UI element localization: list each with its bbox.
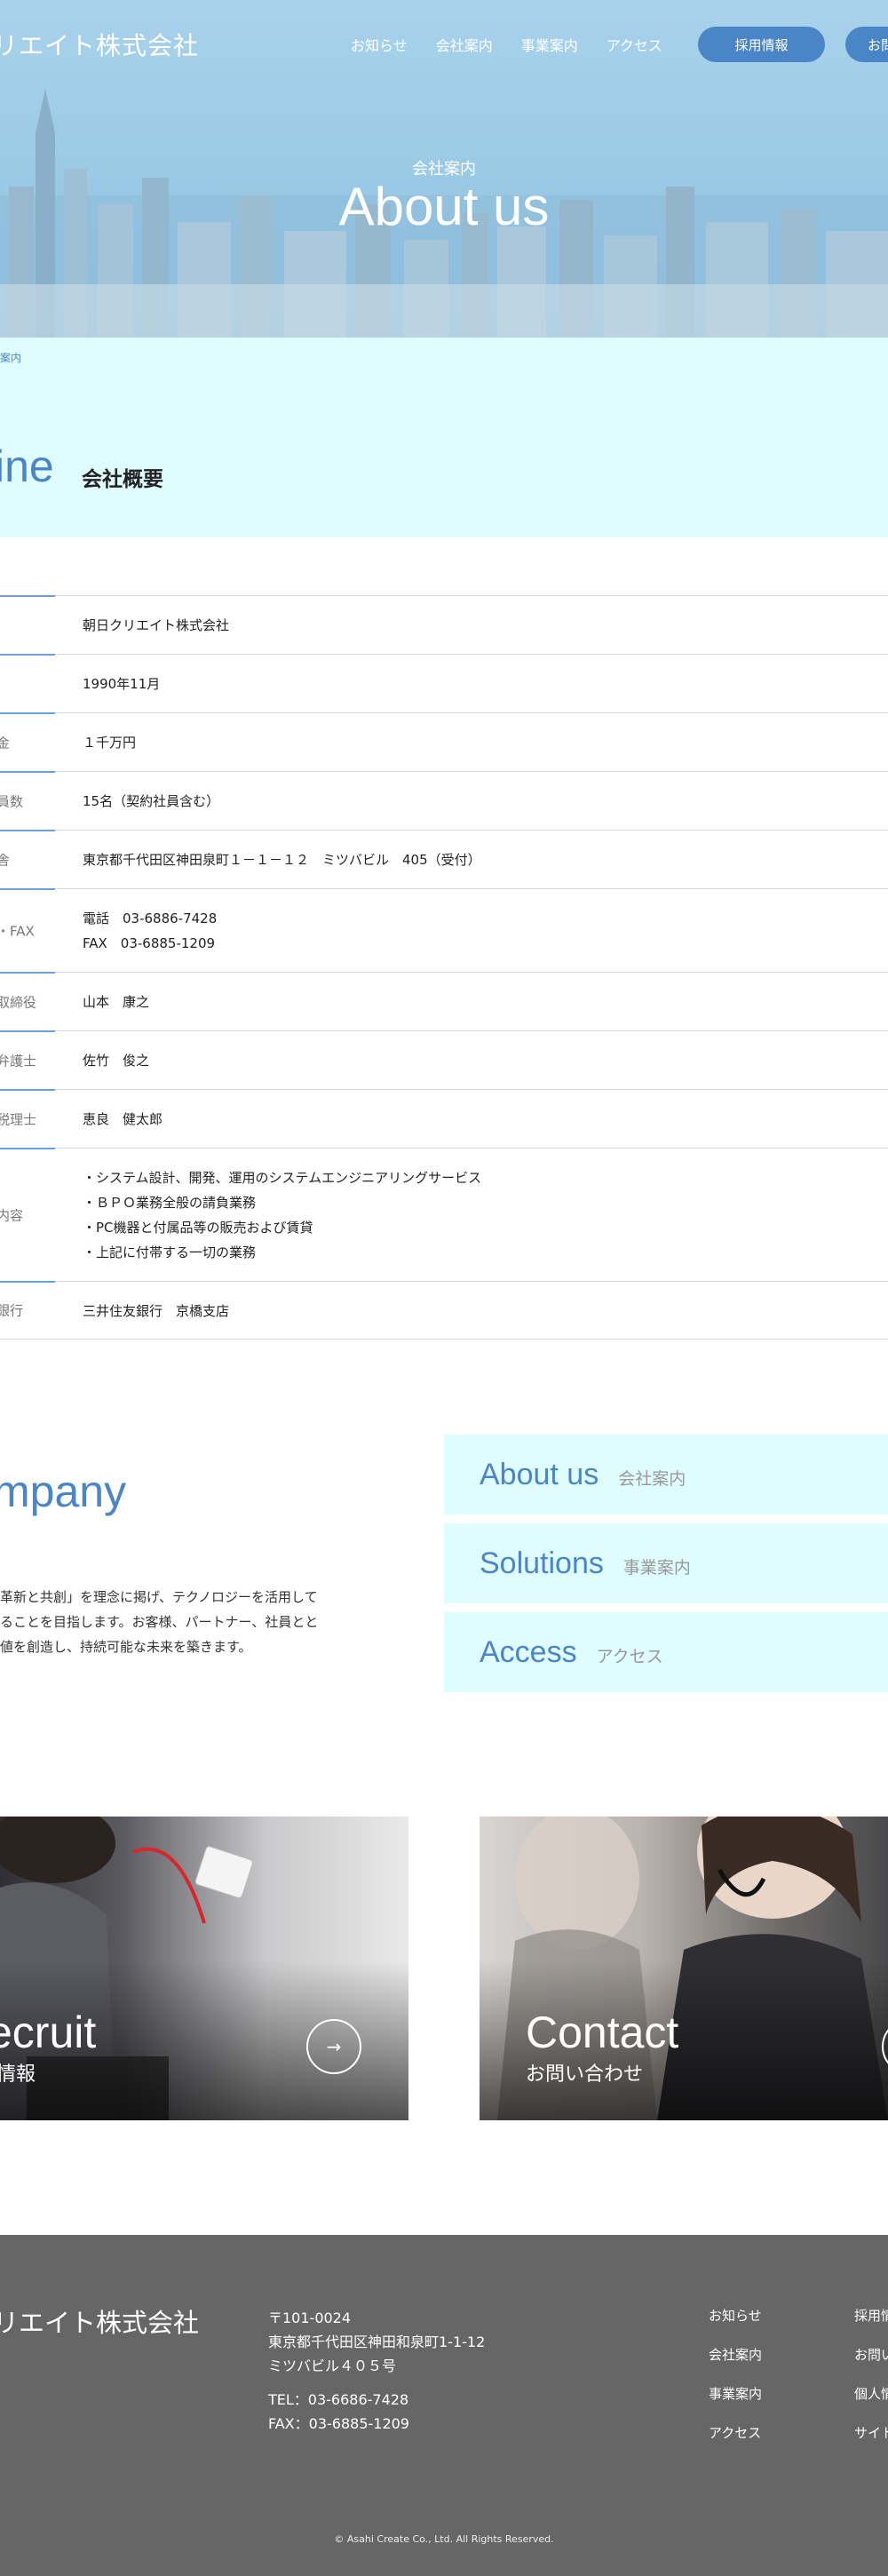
footer-logo[interactable]: リエイト株式会社 (0, 2302, 199, 2340)
footer-fax: FAX：03-6885-1209 (268, 2415, 409, 2432)
footer-links-1: お知らせ 会社案内 事業案内 アクセス (709, 2306, 762, 2462)
row-value: 朝日クリエイト株式会社 (83, 617, 230, 633)
site-logo[interactable]: リエイト株式会社 (0, 27, 199, 62)
table-row: 金 １千万円 (0, 712, 888, 771)
row-value: 三井住友銀行 京橋支店 (83, 1303, 230, 1319)
table-row: ・FAX 電話 03-6886-7428 FAX 03-6885-1209 (0, 888, 888, 972)
row-label: 税理士 (0, 1111, 37, 1127)
company-text: 革新と共創」を理念に掲げ、テクノロジーを活用して ることを目指します。お客様、パ… (0, 1589, 319, 1655)
tile-title-ja: 情報 (0, 2063, 36, 2086)
copyright: © Asahi Create Co., Ltd. All Rights Rese… (334, 2533, 554, 2545)
table-row: 舎 東京都千代田区神田泉町１－１－１２ ミツバビル 405（受付） (0, 830, 888, 888)
row-label: 内容 (0, 1207, 24, 1223)
footer-link-privacy[interactable]: 個人情 (854, 2384, 888, 2423)
row-value: 山本 康之 (83, 994, 150, 1010)
card-title-ja: 事業案内 (622, 1558, 691, 1578)
row-value: 15名（契約社員含む） (83, 793, 220, 809)
row-label: 金 (0, 735, 11, 751)
nav-access[interactable]: アクセス (607, 34, 662, 55)
row-value: 東京都千代田区神田泉町１－１－１２ ミツバビル 405（受付） (83, 852, 481, 868)
row-label: 員数 (0, 793, 24, 809)
footer-tel: TEL：03-6686-7428 (268, 2391, 409, 2408)
card-solutions[interactable]: Solutions 事業案内 (444, 1523, 888, 1603)
table-row: 取締役 山本 康之 (0, 972, 888, 1030)
company-menu: About us 会社案内 Solutions 事業案内 Access アクセス (444, 1435, 888, 1701)
footer-link-access[interactable]: アクセス (709, 2423, 762, 2462)
card-access[interactable]: Access アクセス (444, 1612, 888, 1692)
arrow-right-icon[interactable]: → (306, 2019, 361, 2074)
address-building: ミツバビル４０５号 (268, 2357, 397, 2374)
table-row: 員数 15名（契約社員含む） (0, 771, 888, 830)
card-title-ja: 会社案内 (618, 1469, 686, 1489)
outline-title-ja: 会社概要 (82, 468, 163, 491)
page-title: About us (338, 177, 550, 236)
row-label: 弁護士 (0, 1053, 37, 1069)
outline-title-en: ine (0, 441, 54, 491)
nav-business[interactable]: 事業案内 (521, 34, 578, 55)
company-info-table: 朝日クリエイト株式会社 1990年11月 金 １千万円 員数 15名（契約社員含… (0, 595, 888, 1340)
hero: リエイト株式会社 お知らせ 会社案内 事業案内 アクセス 採用情報 お問 会社案… (0, 0, 888, 338)
footer-link-news[interactable]: お知らせ (709, 2306, 762, 2345)
card-title-en: Solutions (480, 1546, 604, 1580)
table-row: 銀行 三井住友銀行 京橋支店 (0, 1281, 888, 1340)
table-row: 税理士 恵良 健太郎 (0, 1089, 888, 1148)
postal-code: 〒101-0024 (268, 2310, 352, 2326)
row-value: 佐竹 俊之 (83, 1053, 150, 1069)
company-title: mpany (0, 1467, 127, 1516)
row-label: 銀行 (0, 1302, 24, 1319)
table-row: 朝日クリエイト株式会社 (0, 595, 888, 654)
row-label: 舎 (0, 852, 11, 868)
breadcrumb[interactable]: 案内 (0, 350, 21, 365)
card-title-en: Access (480, 1635, 577, 1669)
page: リエイト株式会社 お知らせ 会社案内 事業案内 アクセス 採用情報 お問 会社案… (0, 0, 888, 2576)
address-line: 東京都千代田区神田和泉町1-1-12 (268, 2334, 486, 2350)
card-title-en: About us (480, 1458, 599, 1491)
row-value: ・システム設計、開発、運用のシステムエンジニアリングサービス ・ＢＰＯ業務全般の… (83, 1170, 482, 1260)
nav-news[interactable]: お知らせ (351, 34, 408, 55)
footer-links-2: 採用情 お問い 個人情 サイト (854, 2306, 888, 2462)
table-row: 弁護士 佐竹 俊之 (0, 1030, 888, 1089)
contact-button[interactable]: お問 (845, 27, 888, 62)
global-nav: お知らせ 会社案内 事業案内 アクセス (351, 34, 662, 55)
row-value: 恵良 健太郎 (83, 1111, 163, 1127)
tile-title-en: Contact (526, 2008, 679, 2057)
card-title-ja: アクセス (596, 1647, 663, 1666)
row-value: １千万円 (83, 735, 137, 751)
outline-band (0, 338, 888, 537)
footer-link-business[interactable]: 事業案内 (709, 2384, 762, 2423)
tile-title-en: ecruit (0, 2008, 97, 2057)
table-row: 内容 ・システム設計、開発、運用のシステムエンジニアリングサービス ・ＢＰＯ業務… (0, 1148, 888, 1281)
tile-title-ja: お問い合わせ (526, 2063, 644, 2086)
row-value: 1990年11月 (83, 676, 161, 692)
table-row: 1990年11月 (0, 654, 888, 712)
card-about[interactable]: About us 会社案内 (444, 1435, 888, 1515)
contact-tile[interactable]: Contact お問い合わせ (480, 1817, 888, 2120)
footer-address: 〒101-0024 東京都千代田区神田和泉町1-1-12 ミツバビル４０５号 (268, 2306, 485, 2378)
footer: リエイト株式会社 〒101-0024 東京都千代田区神田和泉町1-1-12 ミツ… (0, 2235, 888, 2576)
footer-link-company[interactable]: 会社案内 (709, 2345, 762, 2384)
nav-company[interactable]: 会社案内 (436, 34, 493, 55)
row-label: ・FAX (0, 923, 35, 939)
footer-link-sitemap[interactable]: サイト (854, 2423, 888, 2462)
footer-link-contact[interactable]: お問い (854, 2345, 888, 2384)
recruit-tile[interactable]: ecruit 情報 → (0, 1817, 408, 2120)
footer-contact: TEL：03-6686-7428 FAX：03-6885-1209 (268, 2388, 409, 2436)
row-label: 取締役 (0, 994, 37, 1010)
row-value: 電話 03-6886-7428 FAX 03-6885-1209 (83, 910, 218, 951)
recruit-button[interactable]: 採用情報 (698, 27, 825, 62)
footer-link-recruit[interactable]: 採用情 (854, 2306, 888, 2345)
